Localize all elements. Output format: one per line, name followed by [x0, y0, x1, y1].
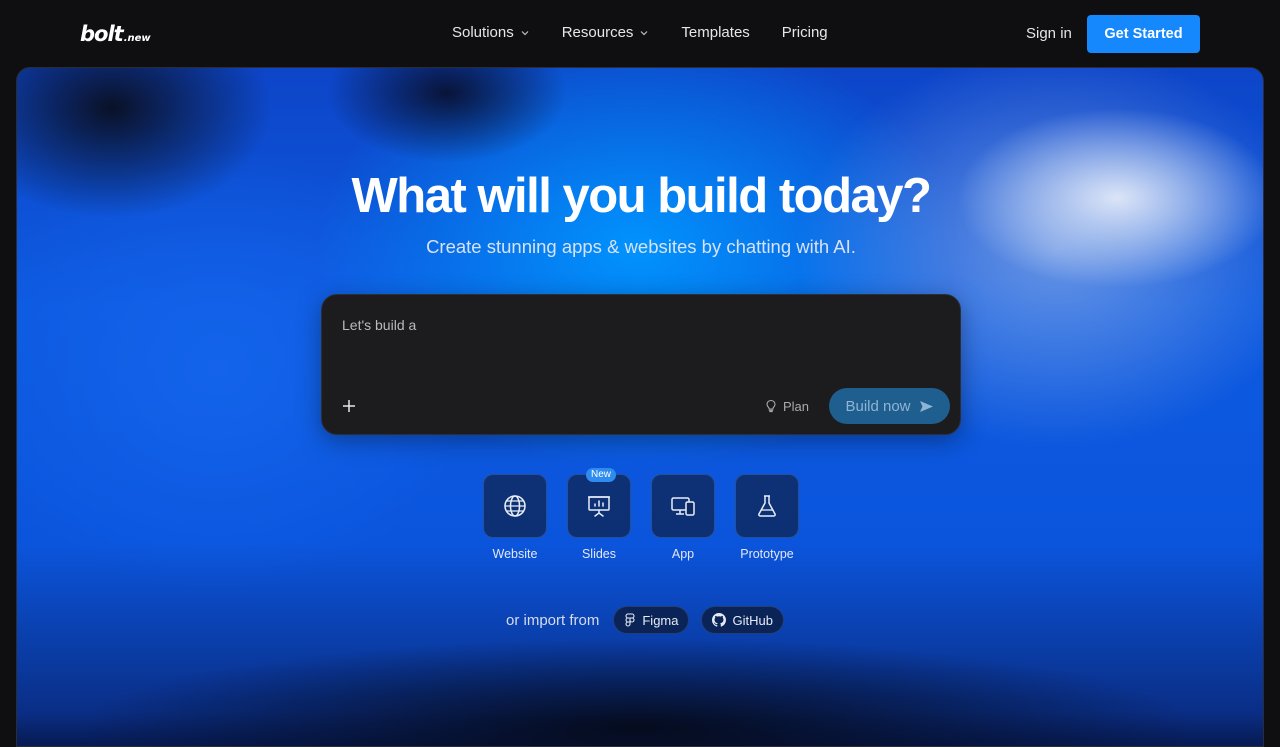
plus-icon	[343, 400, 355, 412]
nav-item-pricing[interactable]: Pricing	[782, 24, 828, 41]
import-row: or import from Figma GitHub	[506, 606, 784, 634]
get-started-button[interactable]: Get Started	[1087, 15, 1200, 53]
plan-label: Plan	[783, 398, 810, 414]
add-attachment-button[interactable]	[334, 391, 364, 421]
import-figma-button[interactable]: Figma	[613, 606, 690, 634]
nav-label: Solutions	[452, 24, 514, 41]
nav-label: Templates	[681, 24, 750, 41]
plan-button[interactable]: Plan	[764, 395, 809, 417]
project-type-label: Prototype	[740, 547, 794, 561]
prompt-box: Plan Build now	[321, 294, 961, 435]
chevron-down-icon	[640, 30, 648, 35]
page-title: What will you build today?	[351, 169, 932, 223]
chevron-down-icon	[521, 30, 529, 35]
build-label: Build now	[845, 397, 911, 415]
project-type-app[interactable]: App	[651, 474, 715, 561]
globe-icon	[504, 495, 526, 517]
presentation-icon	[588, 496, 610, 517]
logo-suffix: .new	[123, 33, 151, 44]
logo-text: bolt	[80, 22, 124, 46]
nav-item-resources[interactable]: Resources	[562, 24, 650, 41]
top-nav: bolt.new Solutions Resources Templates P…	[0, 0, 1280, 68]
logo[interactable]: bolt.new	[80, 22, 151, 46]
nav-label: Resources	[561, 24, 634, 41]
nav-label: Pricing	[781, 24, 828, 41]
project-type-tile[interactable]	[651, 474, 715, 538]
import-label: or import from	[506, 611, 600, 629]
project-type-list: Website New Slides App Prototype	[483, 468, 799, 561]
flask-icon	[758, 495, 776, 517]
lightbulb-icon	[766, 399, 776, 413]
nav-item-solutions[interactable]: Solutions	[452, 24, 530, 41]
project-type-label: App	[671, 547, 695, 561]
import-github-button[interactable]: GitHub	[701, 606, 784, 634]
page-subtitle: Create stunning apps & websites by chatt…	[426, 236, 856, 257]
send-icon	[919, 400, 933, 412]
nav-item-templates[interactable]: Templates	[681, 24, 749, 41]
project-type-label: Slides	[581, 547, 617, 561]
build-now-button[interactable]: Build now	[829, 388, 950, 424]
main-nav: Solutions Resources Templates Pricing	[452, 24, 828, 41]
import-source-label: Figma	[642, 612, 679, 628]
project-type-tile[interactable]	[483, 474, 547, 538]
hero-section: What will you build today? Create stunni…	[16, 67, 1264, 747]
project-type-website[interactable]: Website	[483, 474, 547, 561]
prompt-input[interactable]	[342, 317, 942, 377]
project-type-prototype[interactable]: Prototype	[735, 474, 799, 561]
project-type-slides[interactable]: New Slides	[567, 468, 631, 561]
github-icon	[712, 613, 727, 627]
import-source-label: GitHub	[732, 612, 773, 628]
project-type-tile[interactable]	[735, 474, 799, 538]
figma-icon	[625, 613, 635, 627]
new-badge: New	[585, 468, 617, 482]
sign-in-link[interactable]: Sign in	[1026, 25, 1072, 42]
project-type-label: Website	[492, 547, 538, 561]
devices-icon	[671, 497, 695, 516]
project-type-tile[interactable]	[567, 474, 631, 538]
